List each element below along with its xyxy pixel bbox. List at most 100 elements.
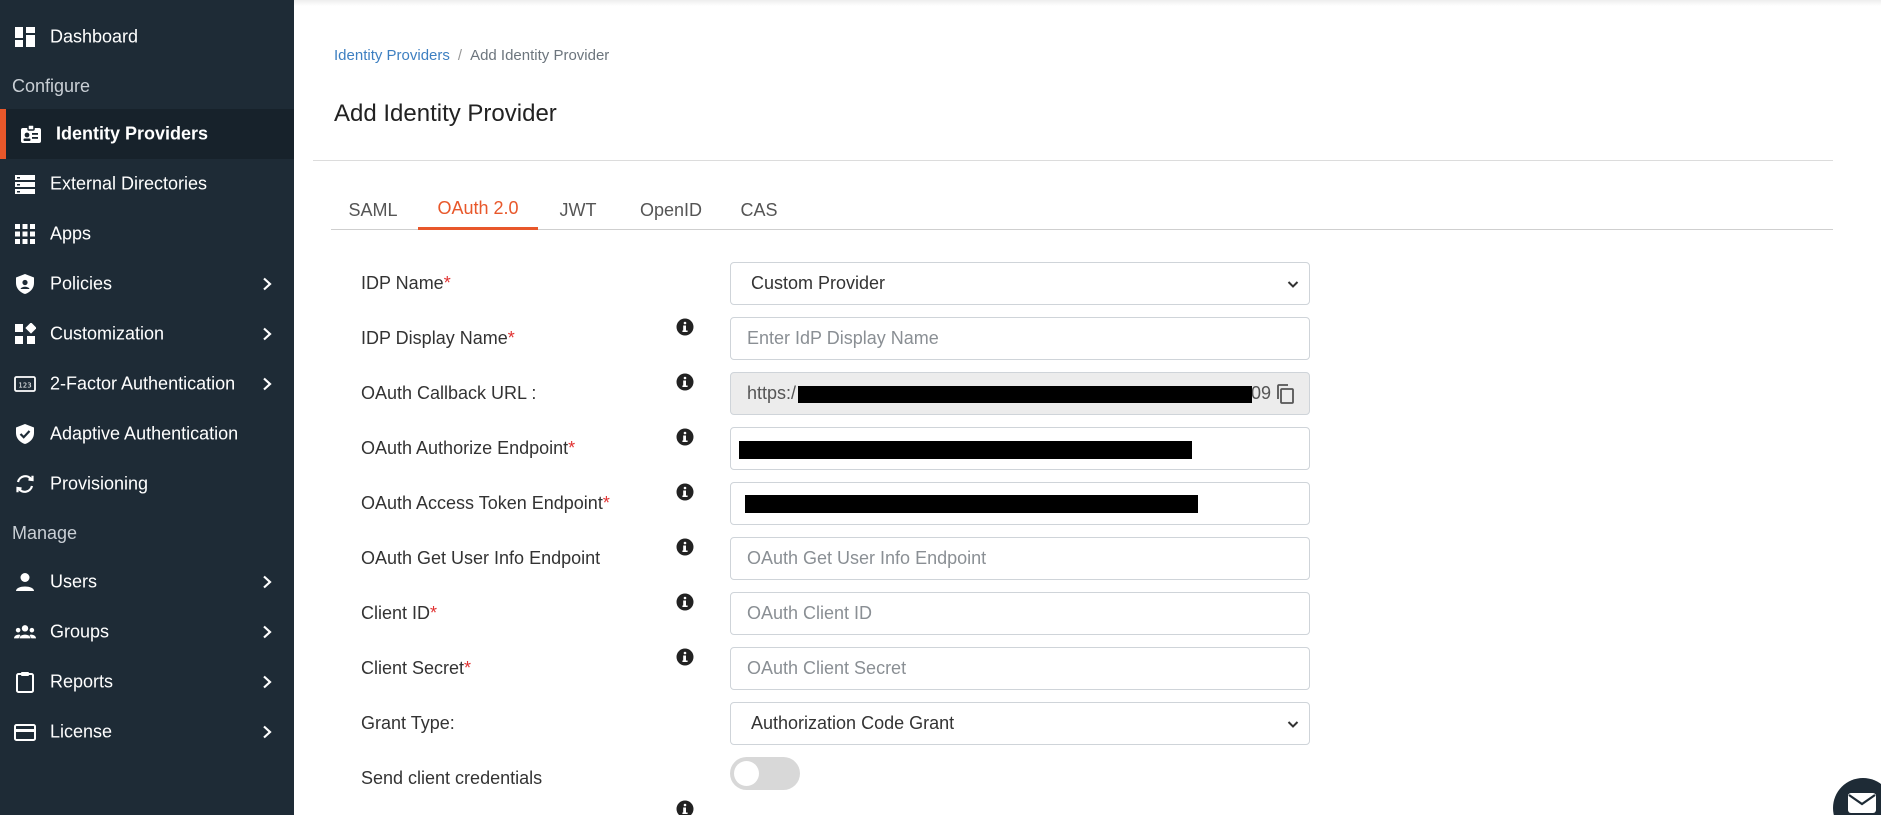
authorize-endpoint-label: OAuth Authorize Endpoint* xyxy=(361,438,576,458)
sidebar-item-label: External Directories xyxy=(50,173,208,194)
chat-launcher-button[interactable] xyxy=(1833,778,1881,815)
info-circle-icon[interactable] xyxy=(676,593,694,611)
authorize-endpoint-input[interactable] xyxy=(730,427,1310,470)
user-info-endpoint-label: OAuth Get User Info Endpoint xyxy=(361,548,601,568)
sidebar-item-label: Provisioning xyxy=(50,473,149,494)
sidebar-item-label: Identity Providers xyxy=(56,123,209,144)
idp-display-name-label: IDP Display Name* xyxy=(361,328,515,348)
sidebar: Dashboard Configure Identity Providers E… xyxy=(0,0,294,815)
sidebar-item-license[interactable]: License xyxy=(0,707,294,757)
tab-jwt[interactable]: JWT xyxy=(548,190,608,230)
sidebar-item-label: Dashboard xyxy=(50,26,139,47)
sidebar-item-label: License xyxy=(50,721,113,742)
sidebar-item-external-directories[interactable]: External Directories xyxy=(0,159,294,209)
send-credentials-toggle[interactable] xyxy=(730,757,800,790)
grant-type-label: Grant Type: xyxy=(361,713,455,733)
sidebar-item-reports[interactable]: Reports xyxy=(0,657,294,707)
breadcrumb-link-identity-providers[interactable]: Identity Providers xyxy=(334,47,450,64)
mail-icon xyxy=(1848,793,1876,813)
section-heading-configure: Configure xyxy=(12,76,91,96)
widgets-icon xyxy=(14,323,36,345)
header-shadow xyxy=(294,0,1881,6)
sync-icon xyxy=(14,473,36,495)
client-id-input[interactable] xyxy=(730,592,1310,635)
grant-type-value: Authorization Code Grant xyxy=(751,713,955,733)
sidebar-item-label: 2-Factor Authentication xyxy=(50,373,236,394)
chevron-right-icon xyxy=(263,625,272,639)
send-credentials-label: Send client credentials xyxy=(361,768,543,788)
sidebar-item-provisioning[interactable]: Provisioning xyxy=(0,459,294,509)
callback-url-field[interactable]: https:/ 09 xyxy=(730,372,1310,415)
required-marker: * xyxy=(568,438,576,458)
breadcrumb-current: Add Identity Provider xyxy=(470,47,610,64)
sidebar-item-identity-providers[interactable]: Identity Providers xyxy=(0,109,294,159)
info-circle-icon[interactable] xyxy=(676,428,694,446)
token-endpoint-label: OAuth Access Token Endpoint* xyxy=(361,493,610,513)
sidebar-item-dashboard[interactable]: Dashboard xyxy=(0,12,294,62)
client-secret-input[interactable] xyxy=(730,647,1310,690)
info-circle-icon[interactable] xyxy=(676,538,694,556)
keypad-123-icon: 123 xyxy=(14,373,36,395)
token-endpoint-input[interactable] xyxy=(730,482,1310,525)
sidebar-item-users[interactable]: Users xyxy=(0,557,294,607)
required-marker: * xyxy=(464,658,472,678)
sidebar-item-customization[interactable]: Customization xyxy=(0,309,294,359)
group-icon xyxy=(14,621,36,643)
chevron-down-icon xyxy=(1287,280,1299,288)
chevron-down-icon xyxy=(1287,720,1299,728)
callback-url-suffix: 09 xyxy=(1251,383,1272,403)
redacted-text xyxy=(745,495,1198,513)
info-circle-icon[interactable] xyxy=(676,373,694,391)
user-info-endpoint-input[interactable] xyxy=(730,537,1310,580)
required-marker: * xyxy=(507,328,515,348)
client-secret-label: Client Secret* xyxy=(361,658,472,678)
tab-saml[interactable]: SAML xyxy=(331,190,415,230)
idp-display-name-input[interactable] xyxy=(730,317,1310,360)
chevron-right-icon xyxy=(263,575,272,589)
svg-text:123: 123 xyxy=(18,382,31,390)
required-marker: * xyxy=(443,273,451,293)
chevron-right-icon xyxy=(263,377,272,391)
chevron-right-icon xyxy=(263,327,272,341)
required-marker: * xyxy=(430,603,438,623)
info-circle-icon[interactable] xyxy=(676,648,694,666)
info-circle-icon[interactable] xyxy=(676,800,694,815)
idp-name-value: Custom Provider xyxy=(751,273,886,293)
sidebar-item-label: Apps xyxy=(50,223,92,244)
shield-user-icon xyxy=(14,273,36,295)
tab-cas[interactable]: CAS xyxy=(731,190,787,230)
breadcrumb: Identity Providers / Add Identity Provider xyxy=(334,47,609,64)
dashboard-icon xyxy=(14,26,36,48)
sidebar-item-2fa[interactable]: 123 2-Factor Authentication xyxy=(0,359,294,409)
chevron-right-icon xyxy=(263,725,272,739)
tab-openid[interactable]: OpenID xyxy=(631,190,711,230)
page-title: Add Identity Provider xyxy=(334,100,557,127)
sidebar-item-label: Adaptive Authentication xyxy=(50,423,239,444)
redacted-text xyxy=(798,386,1252,403)
info-circle-icon[interactable] xyxy=(676,483,694,501)
sidebar-item-apps[interactable]: Apps xyxy=(0,209,294,259)
client-id-label: Client ID* xyxy=(361,603,438,623)
copy-icon[interactable] xyxy=(1275,383,1295,405)
sidebar-item-groups[interactable]: Groups xyxy=(0,607,294,657)
sidebar-item-label: Policies xyxy=(50,273,113,294)
sidebar-item-label: Users xyxy=(50,571,98,592)
idp-name-select[interactable]: Custom Provider xyxy=(730,262,1310,305)
apps-grid-icon xyxy=(14,223,36,245)
info-circle-icon[interactable] xyxy=(676,318,694,336)
required-marker: * xyxy=(602,493,610,513)
id-badge-icon xyxy=(20,123,42,145)
credit-card-icon xyxy=(14,721,36,743)
clipboard-icon xyxy=(14,671,36,693)
sidebar-item-adaptive-auth[interactable]: Adaptive Authentication xyxy=(0,409,294,459)
callback-url-label: OAuth Callback URL : xyxy=(361,383,537,403)
protocol-tabs: SAML OAuth 2.0 JWT OpenID CAS xyxy=(331,190,1833,230)
grant-type-select[interactable]: Authorization Code Grant xyxy=(730,702,1310,745)
tab-oauth[interactable]: OAuth 2.0 xyxy=(418,190,538,230)
redacted-text xyxy=(739,441,1192,459)
divider xyxy=(313,160,1833,161)
sidebar-item-policies[interactable]: Policies xyxy=(0,259,294,309)
server-stack-icon xyxy=(14,173,36,195)
chevron-right-icon xyxy=(263,277,272,291)
toggle-knob xyxy=(734,761,759,786)
